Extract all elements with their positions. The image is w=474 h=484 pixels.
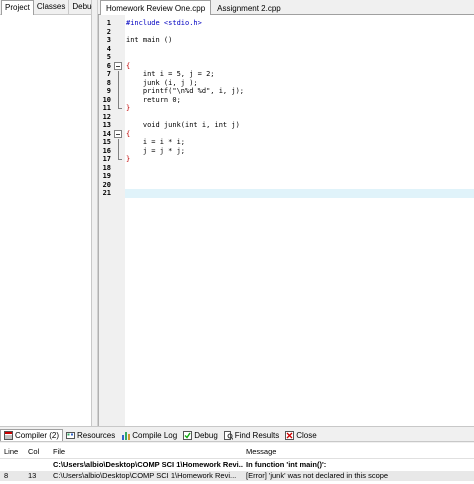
tab-find-results-label: Find Results bbox=[234, 430, 280, 440]
tab-debug-output-label: Debug bbox=[194, 430, 218, 440]
tab-resources-label: Resources bbox=[77, 430, 116, 440]
column-line[interactable]: Line bbox=[4, 447, 18, 456]
tab-compile-log-label: Compile Log bbox=[132, 430, 178, 440]
row-col: 13 bbox=[28, 471, 37, 480]
tab-close[interactable]: Close bbox=[282, 429, 319, 441]
table-row[interactable]: C:\Users\albio\Desktop\COMP SCI 1\Homewo… bbox=[0, 460, 474, 470]
close-icon bbox=[285, 430, 295, 440]
tab-homework-review-one[interactable]: Homework Review One.cpp bbox=[100, 0, 212, 16]
tab-compile-log[interactable]: Compile Log bbox=[118, 429, 180, 441]
compiler-messages-table[interactable]: Line Col File Message C:\Users\albio\Des… bbox=[0, 443, 474, 484]
debug-check-icon bbox=[183, 430, 193, 440]
dev-cpp-window: Project Classes Debug Homework Review On… bbox=[0, 0, 474, 484]
project-panel: Project Classes Debug bbox=[0, 0, 100, 426]
fold-toggle-icon[interactable] bbox=[114, 129, 122, 138]
bottom-tabs: Compiler (2) Resources Compile Log Debug… bbox=[0, 427, 474, 442]
tab-project[interactable]: Project bbox=[1, 0, 34, 15]
table-header: Line Col File Message bbox=[0, 443, 474, 459]
editor-tabs: Homework Review One.cpp Assignment 2.cpp bbox=[98, 0, 474, 16]
fold-end-marker bbox=[118, 108, 122, 109]
compile-log-chart-icon bbox=[122, 431, 131, 440]
table-row[interactable]: 8 13 C:\Users\albio\Desktop\COMP SCI 1\H… bbox=[0, 471, 474, 481]
tab-debug-output[interactable]: Debug bbox=[180, 429, 221, 441]
tab-assignment-2[interactable]: Assignment 2.cpp bbox=[211, 0, 287, 15]
row-message: [Error] 'junk' was not declared in this … bbox=[246, 471, 389, 480]
fold-end-marker bbox=[118, 159, 122, 160]
fold-margin bbox=[113, 15, 125, 426]
tab-classes[interactable]: Classes bbox=[34, 0, 70, 15]
tab-compiler-label: Compiler (2) bbox=[15, 431, 60, 440]
find-results-icon bbox=[223, 430, 233, 440]
column-file[interactable]: File bbox=[53, 447, 65, 456]
column-col[interactable]: Col bbox=[28, 447, 39, 456]
fold-toggle-icon[interactable] bbox=[114, 61, 122, 70]
line-number: 21 bbox=[102, 189, 111, 197]
tab-resources[interactable]: Resources bbox=[63, 429, 118, 441]
tab-find-results[interactable]: Find Results bbox=[221, 429, 282, 441]
code-lines[interactable]: 1 #include <stdio.h> 2 3 int main () 4 5 6{7 in… bbox=[103, 15, 474, 426]
left-panel-tabs: Project Classes Debug bbox=[0, 0, 100, 15]
compiler-grid-icon bbox=[4, 431, 13, 440]
column-message[interactable]: Message bbox=[246, 447, 276, 456]
code-editor[interactable]: 1 #include <stdio.h> 2 3 int main () 4 5 6{7 in… bbox=[98, 15, 474, 426]
row-line: 8 bbox=[4, 471, 9, 480]
fold-guide bbox=[118, 138, 119, 159]
row-file: C:\Users\albio\Desktop\COMP SCI 1\Homewo… bbox=[53, 460, 243, 469]
tab-compiler[interactable]: Compiler (2) bbox=[0, 429, 64, 441]
row-message: In function 'int main()': bbox=[246, 460, 327, 469]
messages-panel: Compiler (2) Resources Compile Log Debug… bbox=[0, 426, 474, 484]
editor-area: Homework Review One.cpp Assignment 2.cpp… bbox=[98, 0, 474, 426]
fold-guide bbox=[118, 70, 119, 108]
row-file: C:\Users\albio\Desktop\COMP SCI 1\Homewo… bbox=[53, 471, 237, 480]
tab-close-label: Close bbox=[296, 430, 317, 440]
resources-icon bbox=[66, 431, 76, 439]
code-line[interactable]: 21 bbox=[103, 189, 474, 198]
